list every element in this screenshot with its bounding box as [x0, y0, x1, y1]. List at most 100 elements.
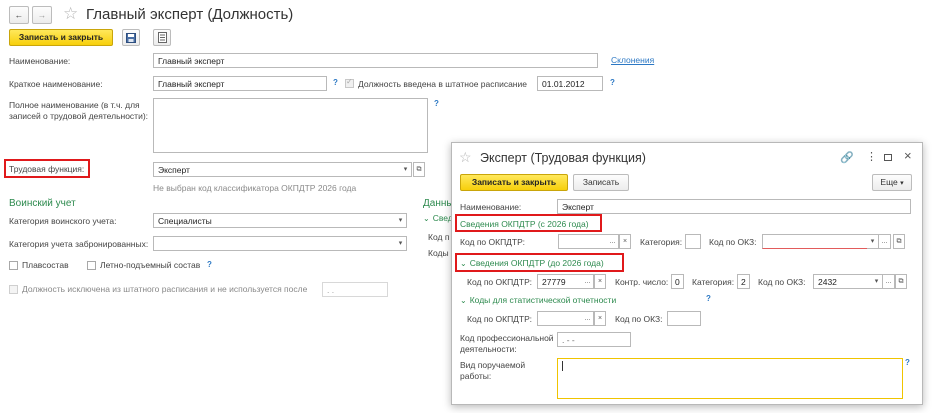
chevron-down-icon: ▾ [403, 166, 408, 173]
maximize-icon[interactable] [884, 154, 892, 161]
okz-old-open-button[interactable]: ⧉ [895, 274, 907, 289]
okz-open-button[interactable]: ⧉ [893, 234, 905, 249]
close-icon: × [622, 238, 628, 245]
partial-code-label: Код п [428, 232, 450, 242]
chevron-down-icon: ▾ [398, 217, 403, 224]
labor-function-dropdown[interactable]: ▾ [400, 162, 412, 177]
okpdtr-old-clear-button[interactable]: × [594, 274, 606, 289]
military-category-dropdown[interactable]: ▾ [395, 213, 407, 228]
stat-okpdtr-label: Код по ОКПДТР: [467, 314, 532, 324]
staff-checkbox-label: Должность введена в штатное расписание [358, 79, 527, 89]
okz-old-label: Код по ОКЗ: [758, 277, 806, 287]
partial-section-title: Данны [423, 198, 454, 209]
chevron-down-icon: ▾ [874, 278, 879, 285]
okz-label: Код по ОКЗ: [709, 237, 757, 247]
control-number-label: Контр. число: [615, 277, 669, 287]
swimming-checkbox[interactable] [9, 261, 18, 270]
section-pre2026-title[interactable]: ⌄ Сведения ОКПДТР (до 2026 года) [460, 258, 604, 268]
close-icon: × [597, 278, 603, 285]
declension-link[interactable]: Склонения [611, 55, 654, 65]
more-button[interactable]: Еще ▾ [872, 174, 912, 191]
forward-button[interactable]: → [32, 6, 52, 24]
swimming-label: Плавсостав [22, 260, 69, 270]
okz-dropdown[interactable]: ▾ [867, 234, 879, 249]
close-icon[interactable]: × [904, 148, 912, 163]
chevron-down-icon: ⌄ [460, 259, 467, 268]
work-type-label-2: работы: [460, 371, 492, 381]
short-name-input[interactable]: Главный эксперт [153, 76, 327, 91]
stat-okz-label: Код по ОКЗ: [615, 314, 663, 324]
help-icon[interactable]: ? [706, 294, 711, 303]
okpdtr-select-button[interactable]: ... [607, 234, 619, 249]
reserved-category-input[interactable] [153, 236, 396, 251]
military-category-input[interactable]: Специалисты [153, 213, 396, 228]
star-icon[interactable]: ☆ [63, 4, 78, 24]
stat-okpdtr-input[interactable] [537, 311, 583, 326]
help-icon[interactable]: ? [905, 358, 910, 367]
dialog-save-button[interactable]: Записать [573, 174, 629, 191]
category-input[interactable] [685, 234, 701, 249]
chevron-down-icon: ⌄ [460, 296, 467, 305]
okpdtr-input[interactable] [558, 234, 608, 249]
kebab-menu-icon[interactable]: ⋮ [866, 150, 877, 163]
okpdtr-clear-button[interactable]: × [619, 234, 631, 249]
save-close-button[interactable]: Записать и закрыть [9, 29, 113, 46]
stat-okz-input[interactable] [667, 311, 701, 326]
arrow-left-icon: ← [14, 10, 24, 20]
prof-activity-label-2: деятельности: [460, 344, 517, 354]
okpdtr-old-input[interactable]: 27779 [537, 274, 583, 289]
labor-function-dialog: ☆ Эксперт (Трудовая функция) 🔗 ⋮ × Запис… [451, 142, 923, 405]
okz-old-input[interactable]: 2432 [813, 274, 872, 289]
link-icon[interactable]: 🔗 [840, 151, 854, 164]
okpdtr-warning: Не выбран код классификатора ОКПДТР 2026… [153, 183, 357, 193]
page-title: Главный эксперт (Должность) [86, 6, 294, 23]
chevron-down-icon: ▾ [870, 238, 875, 245]
stat-okpdtr-select-button[interactable]: ... [582, 311, 594, 326]
work-type-textarea[interactable] [557, 358, 903, 399]
dialog-name-input[interactable]: Эксперт [557, 199, 911, 214]
save-button[interactable] [122, 29, 140, 46]
control-number-input[interactable]: 0 [671, 274, 684, 289]
section-2026-title: Сведения ОКПДТР (с 2026 года) [460, 219, 589, 229]
okpdtr-old-select-button[interactable]: ... [582, 274, 594, 289]
okz-old-dropdown[interactable]: ▾ [871, 274, 883, 289]
okz-old-select-button[interactable]: ... [883, 274, 895, 289]
category-old-label: Категория: [692, 277, 735, 287]
reserved-category-dropdown[interactable]: ▾ [395, 236, 407, 251]
labor-function-label: Трудовая функция: [9, 164, 85, 174]
name-label: Наименование: [9, 56, 71, 66]
labor-function-open[interactable]: ⧉ [413, 162, 425, 177]
open-link-icon: ⧉ [416, 166, 422, 173]
full-name-textarea[interactable] [153, 98, 428, 153]
back-button[interactable]: ← [9, 6, 29, 24]
report-button[interactable] [153, 29, 171, 46]
close-icon: × [597, 315, 603, 322]
partial-codes-label: Коды [428, 248, 449, 258]
arrow-right-icon: → [37, 10, 47, 20]
category-old-input[interactable]: 2 [737, 274, 750, 289]
staff-checkbox[interactable]: ✓ [345, 77, 354, 88]
star-icon[interactable]: ☆ [459, 149, 472, 166]
help-icon[interactable]: ? [610, 78, 615, 87]
okz-select-button[interactable]: ... [879, 234, 891, 249]
labor-function-input[interactable]: Эксперт [153, 162, 401, 177]
short-name-label: Краткое наименование: [9, 79, 103, 89]
stat-section-title[interactable]: ⌄ Коды для статистической отчетности [460, 295, 616, 305]
help-icon[interactable]: ? [333, 78, 338, 87]
stat-okpdtr-clear-button[interactable]: × [594, 311, 606, 326]
staff-date-input[interactable]: 01.01.2012 [537, 76, 603, 91]
military-category-label: Категория воинского учета: [9, 216, 117, 226]
help-icon[interactable]: ? [207, 260, 212, 269]
prof-activity-label-1: Код профессиональной [460, 333, 554, 343]
okpdtr-label: Код по ОКПДТР: [460, 237, 525, 247]
prof-activity-input[interactable]: . - - [557, 332, 631, 347]
military-section-title: Воинский учет [9, 198, 76, 209]
excluded-date-input[interactable]: . . [322, 282, 388, 297]
help-icon[interactable]: ? [434, 99, 439, 108]
excluded-checkbox[interactable] [9, 285, 18, 294]
flight-checkbox[interactable] [87, 261, 96, 270]
reserved-category-label: Категория учета забронированных: [9, 239, 149, 249]
name-input[interactable]: Главный эксперт [153, 53, 598, 68]
okz-input[interactable] [762, 234, 868, 249]
dialog-save-close-button[interactable]: Записать и закрыть [460, 174, 568, 191]
